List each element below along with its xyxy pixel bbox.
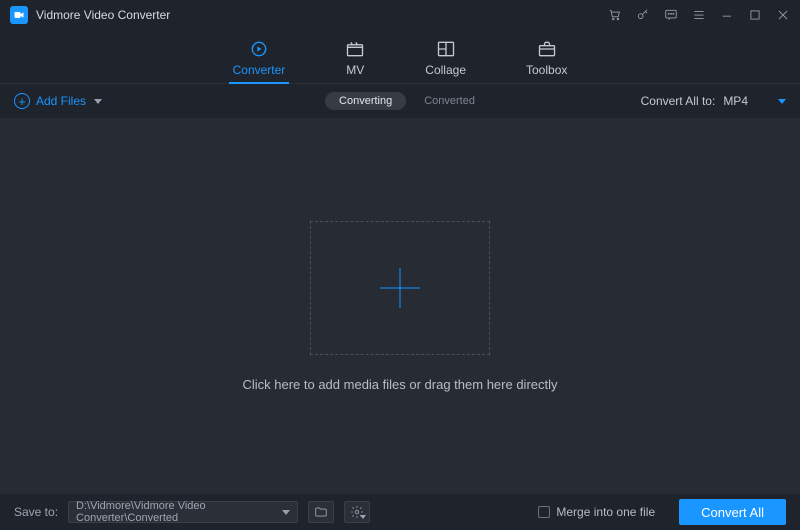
hamburger-menu-icon[interactable] xyxy=(692,8,706,22)
minimize-icon[interactable] xyxy=(720,8,734,22)
app-title: Vidmore Video Converter xyxy=(36,8,170,22)
tab-converting[interactable]: Converting xyxy=(325,92,406,110)
feedback-icon[interactable] xyxy=(664,8,678,22)
save-path-select[interactable]: D:\Vidmore\Vidmore Video Converter\Conve… xyxy=(68,501,298,523)
maximize-icon[interactable] xyxy=(748,8,762,22)
app-logo-icon xyxy=(10,6,28,24)
merge-into-one-file-checkbox[interactable]: Merge into one file xyxy=(538,505,655,519)
chevron-down-icon xyxy=(778,99,786,104)
format-select-value: MP4 xyxy=(723,94,748,108)
conversion-state-tabs: Converting Converted xyxy=(325,92,475,110)
add-files-button[interactable]: Add Files xyxy=(14,93,102,109)
drop-zone[interactable] xyxy=(310,221,490,355)
stage: Click here to add media files or drag th… xyxy=(0,118,800,494)
tab-converter[interactable]: Converter xyxy=(233,39,286,83)
chevron-down-icon xyxy=(282,510,290,515)
mv-icon xyxy=(345,39,365,59)
tab-toolbox[interactable]: Toolbox xyxy=(526,39,567,83)
add-files-label: Add Files xyxy=(36,94,86,108)
toolbox-icon xyxy=(537,39,557,59)
save-path-value: D:\Vidmore\Vidmore Video Converter\Conve… xyxy=(76,500,280,524)
main-nav: Converter MV Collage Toolbox xyxy=(0,30,800,84)
tab-converted[interactable]: Converted xyxy=(424,95,475,107)
tab-collage[interactable]: Collage xyxy=(425,39,466,83)
converter-icon xyxy=(249,39,269,59)
plus-circle-icon xyxy=(14,93,30,109)
nav-label: Collage xyxy=(425,63,466,77)
nav-label: Converter xyxy=(233,63,286,77)
chevron-down-icon xyxy=(94,99,102,104)
merge-label: Merge into one file xyxy=(556,505,655,519)
bottom-bar: Save to: D:\Vidmore\Vidmore Video Conver… xyxy=(0,494,800,530)
collage-icon xyxy=(436,39,456,59)
nav-label: Toolbox xyxy=(526,63,567,77)
drop-hint: Click here to add media files or drag th… xyxy=(242,377,557,392)
convert-all-to: Convert All to: MP4 xyxy=(641,92,786,110)
checkbox-icon xyxy=(538,506,550,518)
close-icon[interactable] xyxy=(776,8,790,22)
plus-icon xyxy=(380,268,420,308)
chevron-down-icon xyxy=(360,515,366,519)
convert-all-to-label: Convert All to: xyxy=(641,94,716,108)
tab-mv[interactable]: MV xyxy=(345,39,365,83)
cart-icon[interactable] xyxy=(608,8,622,22)
output-format-select[interactable]: MP4 xyxy=(723,92,786,110)
open-folder-button[interactable] xyxy=(308,501,334,523)
titlebar: Vidmore Video Converter xyxy=(0,0,800,30)
secondary-bar: Add Files Converting Converted Convert A… xyxy=(0,84,800,118)
settings-button[interactable] xyxy=(344,501,370,523)
save-to-label: Save to: xyxy=(14,505,58,519)
convert-all-button[interactable]: Convert All xyxy=(679,499,786,525)
nav-label: MV xyxy=(346,63,364,77)
key-icon[interactable] xyxy=(636,8,650,22)
